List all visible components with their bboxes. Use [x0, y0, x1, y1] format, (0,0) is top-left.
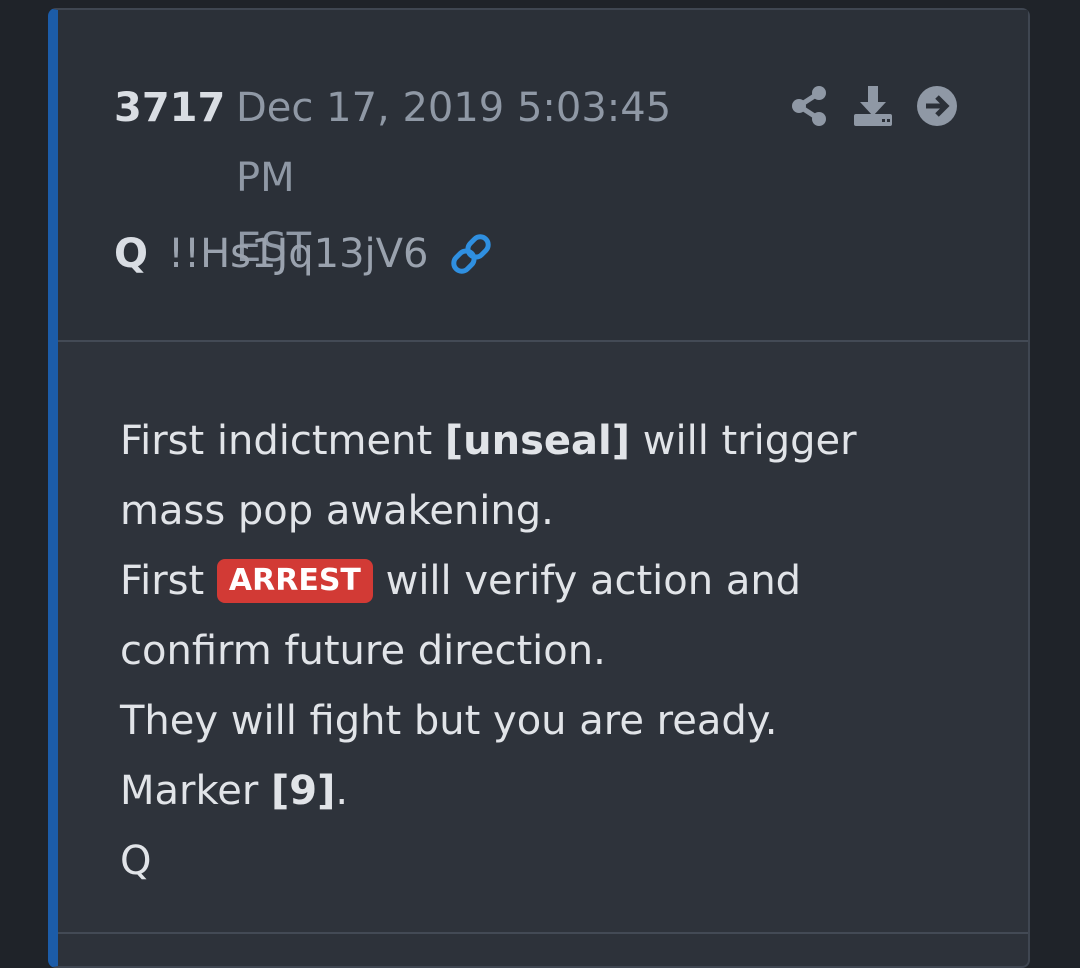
post-date-line1: Dec 17, 2019 5:03:45 PM	[236, 85, 672, 201]
message-line-1: First indictment [unseal] will trigger m…	[120, 406, 960, 546]
post-body: First indictment [unseal] will trigger m…	[58, 342, 1028, 934]
tripcode: !!Hs1Jq13jV6	[168, 231, 429, 277]
arrest-badge: ARREST	[216, 559, 373, 603]
message-line-2: First ARREST will verify action and conf…	[120, 546, 960, 686]
link-icon[interactable]	[448, 231, 494, 277]
share-icon[interactable]	[788, 84, 830, 128]
message-text: .	[335, 768, 349, 814]
post-card: 3717 Dec 17, 2019 5:03:45 PM EST Q !!Hs1…	[48, 8, 1030, 968]
marker-text: [9]	[270, 768, 336, 814]
post-header: 3717 Dec 17, 2019 5:03:45 PM EST Q !!Hs1…	[58, 10, 1028, 342]
message-signature: Q	[120, 838, 152, 884]
unseal-text: [unseal]	[444, 418, 631, 464]
author-row: Q !!Hs1Jq13jV6	[114, 224, 494, 284]
message-text: Marker	[120, 768, 271, 814]
message-line-4: Marker [9].	[120, 756, 960, 826]
arrow-right-circle-icon[interactable]	[916, 84, 958, 128]
message-text: First	[120, 558, 217, 604]
message-line-3: They will fight but you are ready.	[120, 698, 778, 744]
author-name: Q	[114, 231, 149, 277]
post-actions	[788, 84, 958, 128]
download-icon[interactable]	[852, 84, 894, 128]
message-text: First indictment	[120, 418, 445, 464]
post-message: First indictment [unseal] will trigger m…	[120, 406, 960, 896]
post-number[interactable]: 3717	[114, 82, 225, 134]
